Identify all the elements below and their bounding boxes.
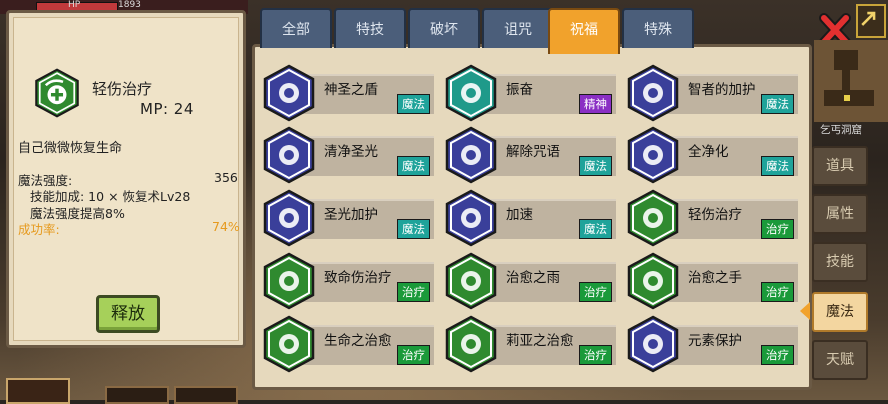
skill-type-badge: 魔法 [761,156,794,176]
skill-type-badge: 治疗 [397,345,430,365]
skill-name-label: 元素保护 [688,333,742,349]
skull-icon [445,126,497,184]
tab-special-skill[interactable]: 特技 [334,8,406,48]
skill-type-badge: 魔法 [579,156,612,176]
rain-burst-icon [445,252,497,310]
skill-description: 自己微微恢复生命 [18,141,123,156]
heart-plus-icon [263,252,315,310]
heal-drop-icon [35,68,79,118]
bottom-slot-2[interactable] [105,386,169,404]
stat-success-rate-value: 74% [212,219,240,234]
skill-name-label: 轻伤治疗 [688,207,742,223]
skill-name-label: 治愈之手 [688,270,742,286]
skill-cell[interactable]: 神圣之盾魔法 [262,64,434,122]
winged-light-icon [263,126,315,184]
eye-pyramid-icon [627,64,679,122]
heal-drop-icon [627,189,679,247]
skill-type-badge: 魔法 [397,94,430,114]
skill-name-label: 智者的加护 [688,82,756,98]
wind-figure-icon [445,189,497,247]
hp-label: HP [68,0,81,10]
skill-name-label: 加速 [506,207,533,223]
skill-cell[interactable]: 解除咒语魔法 [444,126,616,184]
skill-cell[interactable]: 治愈之手治疗 [626,252,798,310]
hooded-figure-icon [263,189,315,247]
skill-name-label: 神圣之盾 [324,82,378,98]
skill-cell[interactable]: 智者的加护 魔法 [626,64,798,122]
tab-special[interactable]: 特殊 [622,8,694,48]
skill-name-label: 全净化 [688,144,729,160]
skill-type-badge: 魔法 [397,219,430,239]
skill-cell[interactable]: 圣光加护魔法 [262,189,434,247]
skill-cell[interactable]: 振奋精神 [444,64,616,122]
stat-magic-power-value: 356 [214,170,238,185]
side-tab-magic[interactable]: 魔法 [812,292,868,332]
skill-type-badge: 精神 [579,94,612,114]
side-tab-skills[interactable]: 技能 [812,242,868,282]
skill-type-badge: 治疗 [579,345,612,365]
skill-cell[interactable]: 清净圣光魔法 [262,126,434,184]
skill-type-badge: 魔法 [761,94,794,114]
map-icon[interactable] [856,4,886,38]
skill-name-label: 治愈之雨 [506,270,560,286]
swirl-ring-icon [627,126,679,184]
bottom-slot-1[interactable] [6,378,70,404]
skill-type-badge: 魔法 [397,156,430,176]
release-button[interactable]: 释放 [96,295,160,333]
side-tab-items[interactable]: 道具 [812,146,868,186]
skill-name-label: 致命伤治疗 [324,270,392,286]
skill-cell[interactable]: 生命之治愈 治疗 [262,315,434,373]
skill-name-label: 莉亚之治愈 [506,333,574,349]
roaring-beast-icon [445,64,497,122]
skill-cell[interactable]: 治愈之雨治疗 [444,252,616,310]
map-arrow-icon [861,11,876,26]
skill-cell[interactable]: 加速魔法 [444,189,616,247]
skill-type-badge: 治疗 [397,282,430,302]
tab-curse[interactable]: 诅咒 [482,8,554,48]
skill-name-label: 清净圣光 [324,144,378,160]
skill-name-label: 圣光加护 [324,207,378,223]
radiant-flower-icon [445,315,497,373]
skill-name-label: 振奋 [506,82,533,98]
side-tab-attributes[interactable]: 属性 [812,194,868,234]
stat-success-rate-label: 成功率: [18,222,60,237]
skill-mp-cost: MP: 24 [140,100,194,118]
minimap[interactable] [814,40,888,122]
skill-cell[interactable]: 轻伤治疗治疗 [626,189,798,247]
skill-type-badge: 魔法 [579,219,612,239]
skill-type-badge: 治疗 [761,219,794,239]
hp-value: 1893 [118,0,141,10]
hand-plus-icon [627,252,679,310]
skill-cell[interactable]: 元素保护治疗 [626,315,798,373]
tab-destruction[interactable]: 破坏 [408,8,480,48]
skill-name-label: 解除咒语 [506,144,560,160]
skill-type-badge: 治疗 [761,282,794,302]
skill-cell[interactable]: 致命伤治疗 治疗 [262,252,434,310]
skill-name-label: 生命之治愈 [324,333,392,349]
skill-type-badge: 治疗 [761,345,794,365]
leaf-icon [263,315,315,373]
bottom-slot-3[interactable] [174,386,238,404]
wave-swirl-icon [627,315,679,373]
side-tab-talent[interactable]: 天赋 [812,340,868,380]
active-tab-arrow [800,302,810,320]
skill-name: 轻伤治疗 [92,80,153,98]
tab-all[interactable]: 全部 [260,8,332,48]
location-name: 乞丐洞窟 [820,124,862,136]
tab-blessing[interactable]: 祝福 [548,8,620,54]
skill-type-badge: 治疗 [579,282,612,302]
minimap-drawing [814,40,888,122]
skill-cell[interactable]: 全净化魔法 [626,126,798,184]
skill-cell[interactable]: 莉亚之治愈 治疗 [444,315,616,373]
shield-cross-icon [263,64,315,122]
